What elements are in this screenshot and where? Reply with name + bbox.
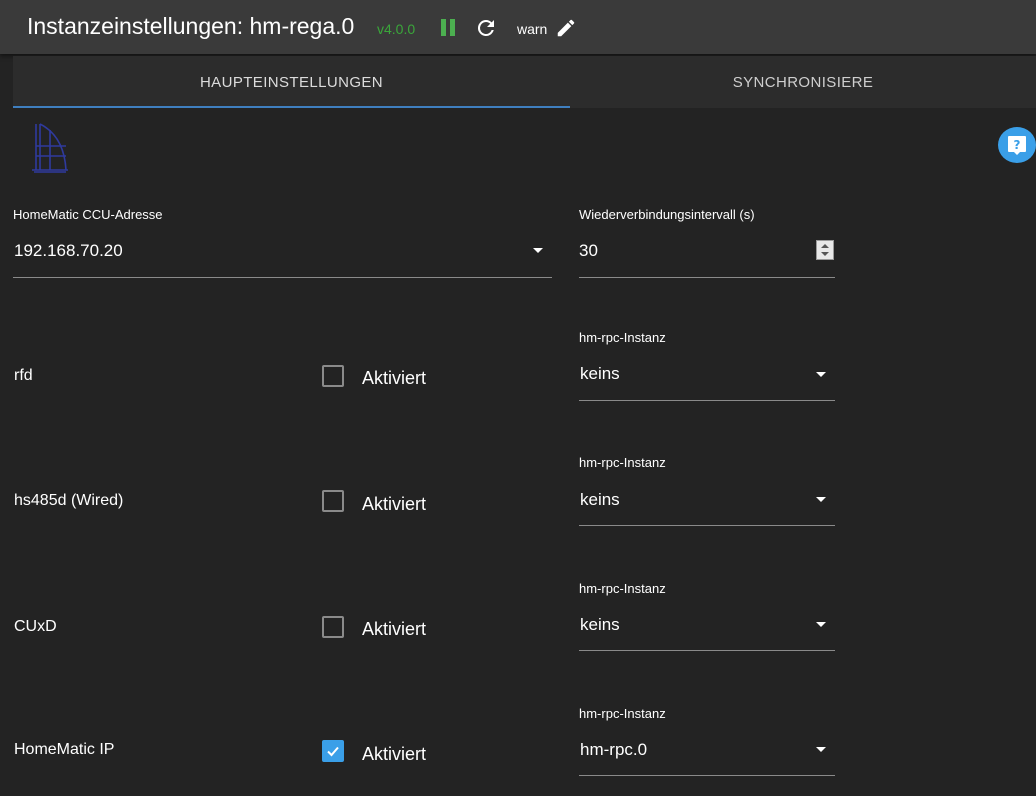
chevron-down-icon[interactable] bbox=[816, 622, 826, 627]
dialog-title: Instanzeinstellungen: hm-rega.0 bbox=[27, 13, 355, 39]
checkbox-homematic-ip[interactable] bbox=[322, 740, 344, 762]
instance-select-hs485d[interactable]: keins bbox=[580, 490, 620, 510]
edit-icon[interactable] bbox=[555, 17, 577, 39]
row-label-rfd: rfd bbox=[14, 367, 33, 384]
row-label-cuxd: CUxD bbox=[14, 618, 57, 635]
log-level[interactable]: warn bbox=[517, 21, 547, 37]
ccu-address-select[interactable]: 192.168.70.20 bbox=[14, 241, 123, 261]
instance-underline-homematic-ip bbox=[579, 775, 835, 776]
checkbox-label-hs485d[interactable]: Aktiviert bbox=[362, 494, 426, 515]
instance-underline-rfd bbox=[579, 400, 835, 401]
instance-underline-cuxd bbox=[579, 650, 835, 651]
reconnect-interval-underline bbox=[579, 277, 835, 278]
instance-label-hs485d: hm-rpc-Instanz bbox=[579, 455, 666, 470]
number-spinner[interactable] bbox=[816, 240, 834, 260]
checkbox-hs485d[interactable] bbox=[322, 490, 344, 512]
help-button[interactable]: ? bbox=[998, 127, 1036, 163]
spinner-up-icon[interactable] bbox=[821, 244, 829, 248]
row-label-hs485d: hs485d (Wired) bbox=[14, 492, 124, 509]
tab-main-settings[interactable]: HAUPTEINSTELLUNGEN bbox=[13, 56, 570, 108]
instance-label-cuxd: hm-rpc-Instanz bbox=[579, 581, 666, 596]
spinner-down-icon[interactable] bbox=[821, 252, 829, 256]
svg-text:?: ? bbox=[1014, 138, 1021, 152]
chevron-down-icon[interactable] bbox=[816, 497, 826, 502]
checkbox-label-cuxd[interactable]: Aktiviert bbox=[362, 619, 426, 640]
reconnect-interval-label: Wiederverbindungsintervall (s) bbox=[579, 207, 755, 222]
reconnect-interval-input[interactable]: 30 bbox=[579, 241, 598, 261]
checkbox-label-homematic-ip[interactable]: Aktiviert bbox=[362, 744, 426, 765]
dialog-header: Instanzeinstellungen: hm-rega.0 v4.0.0 w… bbox=[0, 0, 1036, 54]
instance-label-homematic-ip: hm-rpc-Instanz bbox=[579, 706, 666, 721]
checkbox-label-rfd[interactable]: Aktiviert bbox=[362, 368, 426, 389]
instance-select-cuxd[interactable]: keins bbox=[580, 615, 620, 635]
chevron-down-icon[interactable] bbox=[816, 372, 826, 377]
reload-icon[interactable] bbox=[474, 16, 498, 40]
check-icon bbox=[327, 746, 339, 757]
checkbox-cuxd[interactable] bbox=[322, 616, 344, 638]
checkbox-rfd[interactable] bbox=[322, 365, 344, 387]
instance-select-rfd[interactable]: keins bbox=[580, 364, 620, 384]
tab-indicator bbox=[13, 106, 570, 108]
homematic-logo bbox=[30, 122, 70, 174]
chevron-down-icon[interactable] bbox=[816, 747, 826, 752]
ccu-address-label: HomeMatic CCU-Adresse bbox=[13, 207, 163, 222]
instance-select-homematic-ip[interactable]: hm-rpc.0 bbox=[580, 740, 647, 760]
chevron-down-icon[interactable] bbox=[533, 248, 543, 253]
row-label-homematic-ip: HomeMatic IP bbox=[14, 741, 115, 758]
pause-icon[interactable] bbox=[440, 19, 456, 37]
instance-underline-hs485d bbox=[579, 525, 835, 526]
tab-synchronize[interactable]: SYNCHRONISIERE bbox=[570, 56, 1036, 108]
ccu-address-underline bbox=[13, 277, 552, 278]
instance-label-rfd: hm-rpc-Instanz bbox=[579, 330, 666, 345]
settings-tabs: HAUPTEINSTELLUNGEN SYNCHRONISIERE bbox=[13, 56, 1036, 108]
adapter-version: v4.0.0 bbox=[377, 21, 416, 37]
